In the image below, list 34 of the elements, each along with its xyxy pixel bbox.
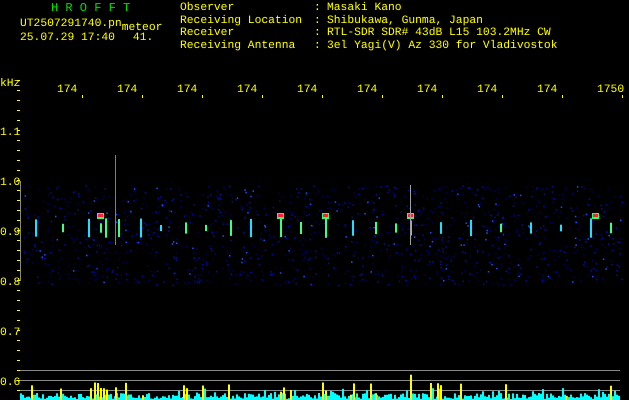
info-value: 3el Yagi(V) Az 330 for Vladivostok bbox=[327, 40, 558, 52]
freq-label: 1.0 bbox=[0, 177, 20, 189]
info-value: Masaki Kano bbox=[327, 2, 403, 14]
freq-label: 1.1 bbox=[0, 127, 20, 139]
info-separator: : bbox=[314, 27, 322, 40]
info-value: RTL-SDR SDR# 43dB L15 103.2MHz CW bbox=[327, 27, 552, 40]
file-tag: meteor bbox=[122, 22, 162, 34]
info-separator: : bbox=[314, 14, 322, 27]
freq-label: 0.7 bbox=[0, 327, 20, 339]
info-separator: : bbox=[314, 2, 322, 14]
freq-unit: kHz bbox=[0, 78, 20, 90]
info-label: Observer bbox=[180, 2, 236, 14]
app-title: H R O F F T bbox=[50, 2, 132, 14]
info-separator: : bbox=[314, 40, 322, 52]
time-label: 1750 bbox=[597, 84, 624, 96]
time-label: 174 bbox=[237, 84, 258, 96]
freq-label: 0.6 bbox=[0, 377, 20, 389]
info-label: Receiving Antenna bbox=[180, 40, 296, 52]
time-label: 174 bbox=[357, 84, 378, 96]
time-label: 174 bbox=[297, 84, 318, 96]
file-name: UT2507291740.pn bbox=[20, 18, 122, 30]
info-label: Receiver bbox=[180, 27, 236, 40]
freq-label: 0.8 bbox=[0, 277, 20, 289]
time-label: 174 bbox=[117, 84, 138, 96]
freq-label: 0.9 bbox=[0, 227, 20, 239]
count-value: 41. bbox=[132, 32, 154, 44]
time-label: 174 bbox=[537, 84, 558, 96]
time-label: 174 bbox=[417, 84, 438, 96]
time-label: 174 bbox=[477, 84, 498, 96]
info-value: Shibukawa, Gunma, Japan bbox=[327, 14, 484, 26]
time-label: 174 bbox=[177, 84, 198, 96]
date-time: 25.07.29 17:40 bbox=[20, 32, 115, 44]
info-label: Receiving Location bbox=[180, 14, 304, 26]
time-label: 174 bbox=[57, 84, 78, 96]
